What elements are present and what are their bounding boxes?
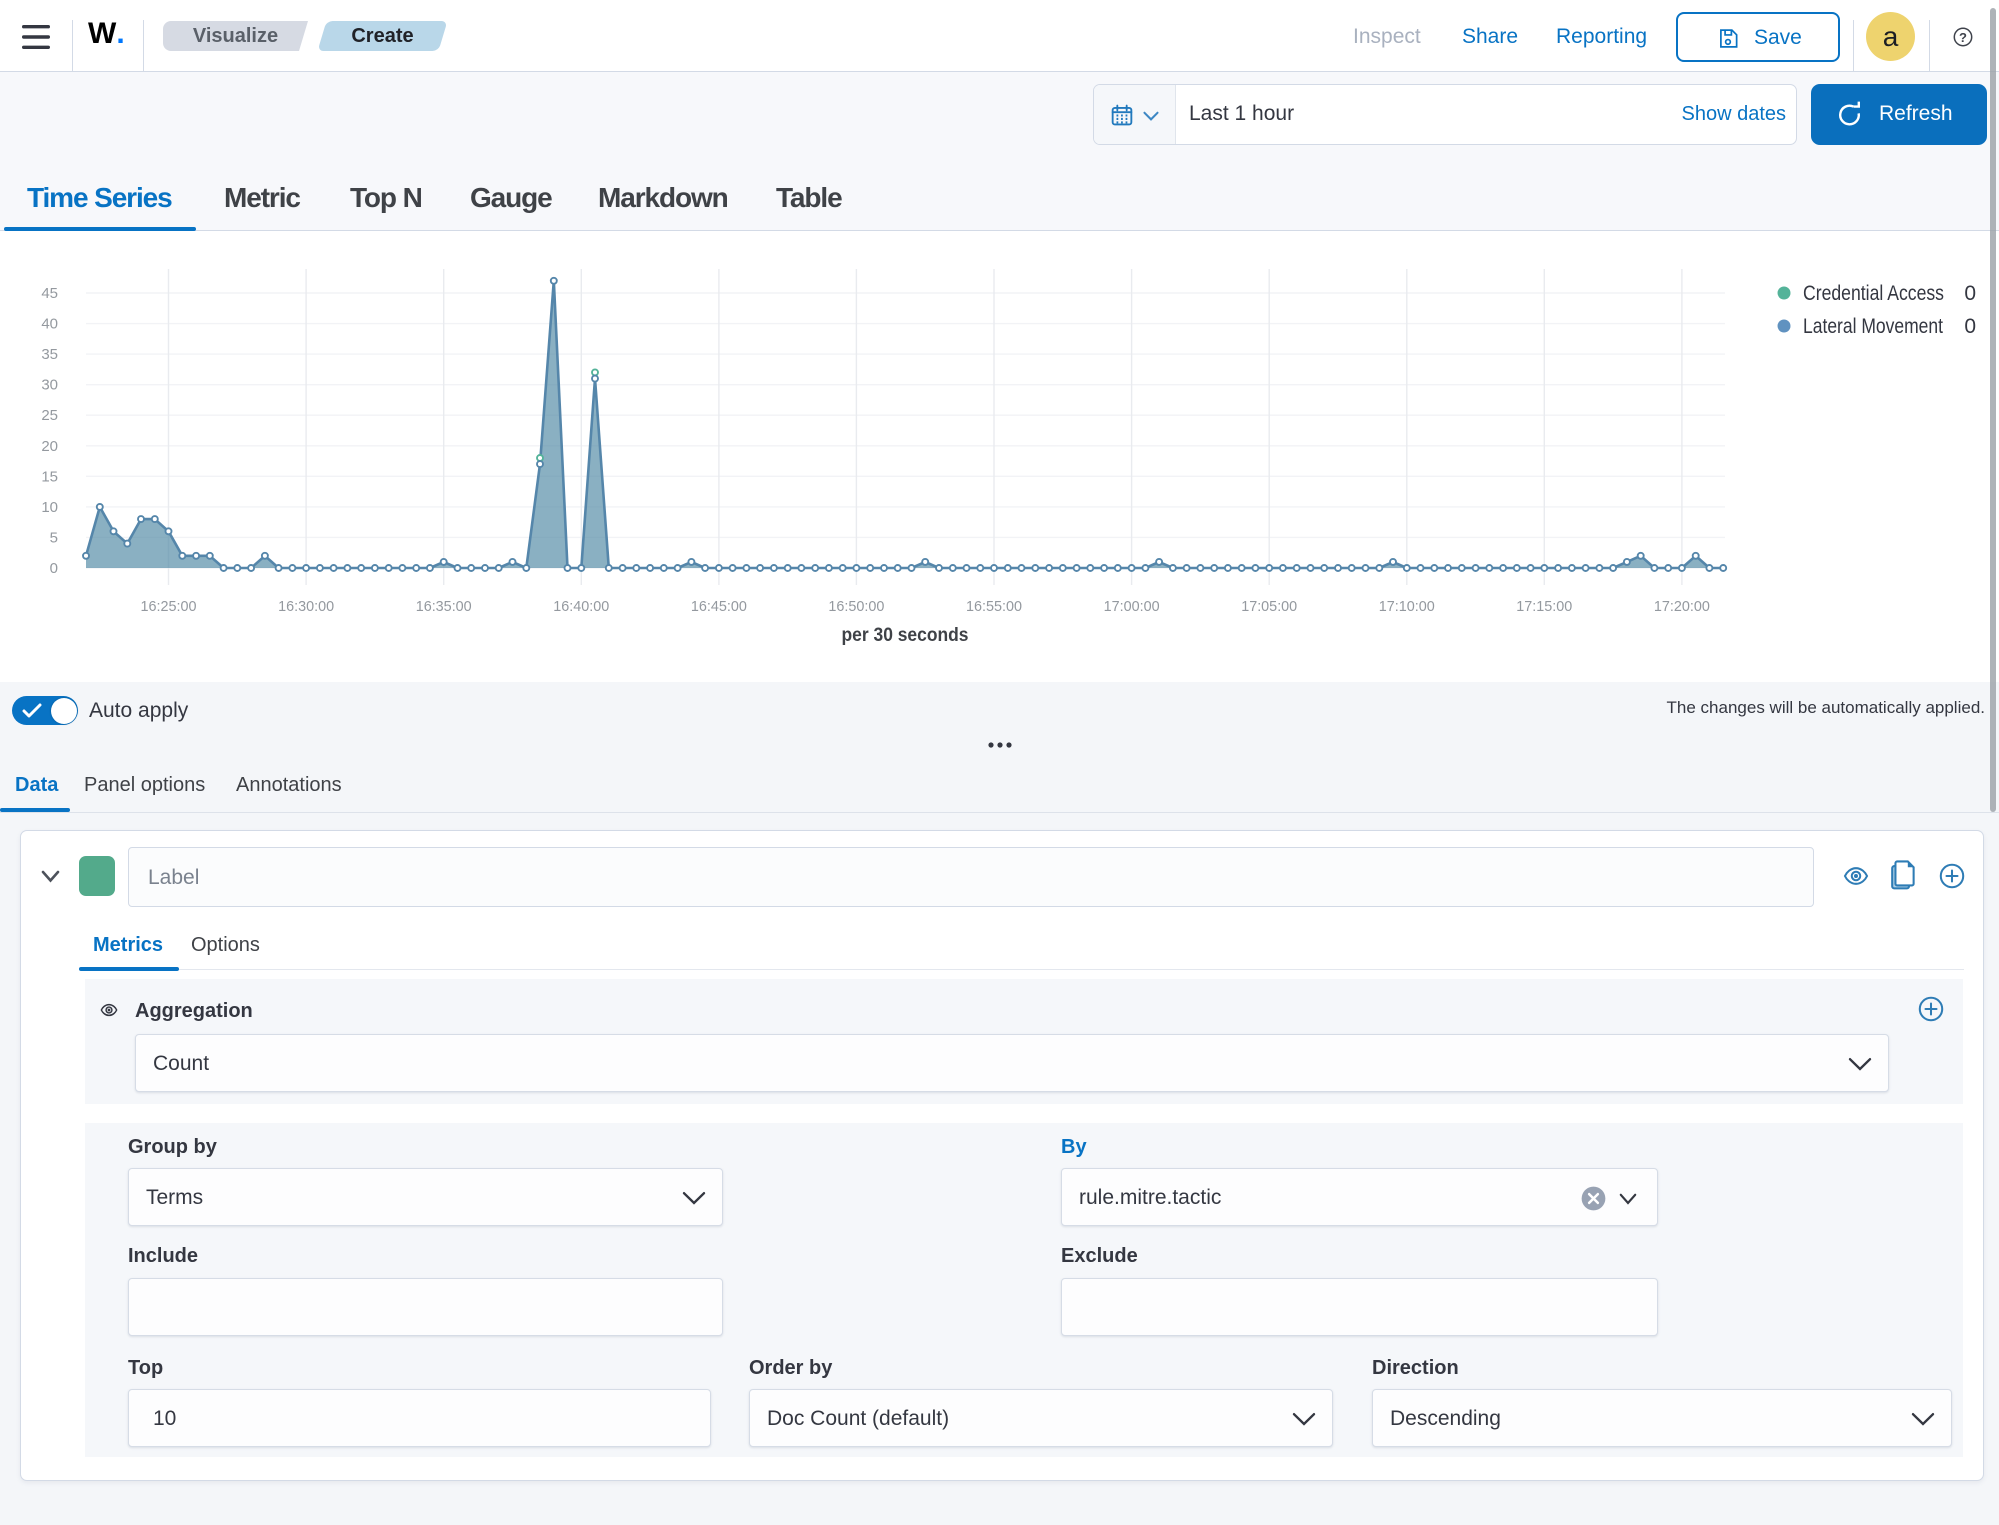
svg-text:16:50:00: 16:50:00 bbox=[828, 598, 884, 615]
svg-text:Credential Access: Credential Access bbox=[1803, 282, 1944, 305]
svg-text:17:10:00: 17:10:00 bbox=[1379, 598, 1435, 615]
svg-text:0: 0 bbox=[50, 560, 58, 577]
svg-text:45: 45 bbox=[41, 285, 58, 302]
svg-text:per 30 seconds: per 30 seconds bbox=[842, 625, 969, 646]
svg-text:20: 20 bbox=[41, 438, 58, 455]
svg-text:10: 10 bbox=[41, 499, 58, 516]
svg-text:25: 25 bbox=[41, 407, 58, 424]
svg-text:16:35:00: 16:35:00 bbox=[416, 598, 472, 615]
svg-text:5: 5 bbox=[50, 529, 58, 546]
svg-text:16:30:00: 16:30:00 bbox=[278, 598, 334, 615]
svg-text:30: 30 bbox=[41, 377, 58, 394]
svg-text:40: 40 bbox=[41, 316, 58, 333]
svg-text:17:00:00: 17:00:00 bbox=[1104, 598, 1160, 615]
svg-text:16:40:00: 16:40:00 bbox=[553, 598, 609, 615]
svg-text:0: 0 bbox=[1964, 282, 1976, 305]
svg-text:35: 35 bbox=[41, 346, 58, 363]
svg-text:17:15:00: 17:15:00 bbox=[1516, 598, 1572, 615]
svg-text:17:20:00: 17:20:00 bbox=[1654, 598, 1710, 615]
svg-text:16:45:00: 16:45:00 bbox=[691, 598, 747, 615]
svg-text:15: 15 bbox=[41, 468, 58, 485]
svg-text:0: 0 bbox=[1964, 315, 1976, 338]
svg-text:Lateral Movement: Lateral Movement bbox=[1803, 315, 1943, 338]
svg-text:16:55:00: 16:55:00 bbox=[966, 598, 1022, 615]
svg-text:17:05:00: 17:05:00 bbox=[1241, 598, 1297, 615]
svg-text:16:25:00: 16:25:00 bbox=[141, 598, 197, 615]
svg-text:?: ? bbox=[1959, 30, 1967, 45]
